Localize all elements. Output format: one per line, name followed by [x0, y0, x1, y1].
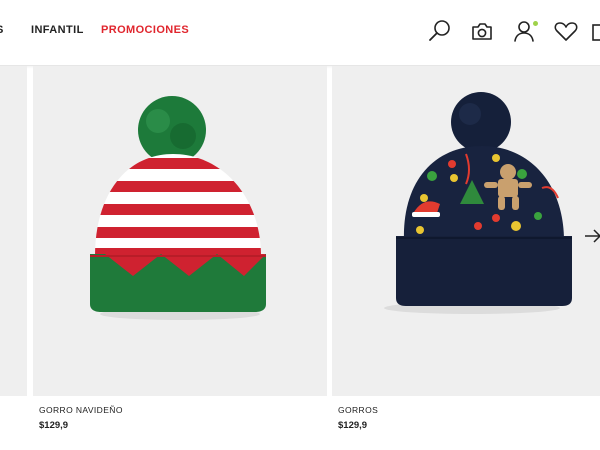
nav-item-infantil[interactable]: INFANTIL: [31, 24, 84, 36]
site-header: S INFANTIL PROMOCIONES: [0, 0, 600, 66]
user-status-dot: [533, 21, 538, 26]
search-icon[interactable]: [427, 18, 453, 44]
nav-item-promociones[interactable]: PROMOCIONES: [101, 24, 189, 36]
product-image-gorro-navideno[interactable]: [33, 66, 327, 396]
product-price: $129,9: [39, 420, 69, 431]
camera-icon[interactable]: [469, 18, 495, 44]
product-name[interactable]: GORRO NAVIDEÑO: [39, 405, 123, 415]
nav-item-partial[interactable]: S: [0, 24, 4, 36]
product-image-gorros[interactable]: [332, 66, 600, 396]
bag-icon[interactable]: [592, 18, 600, 44]
product-name[interactable]: GORROS: [338, 405, 378, 415]
product-price: $129,9: [338, 420, 368, 431]
heart-icon[interactable]: [553, 18, 579, 44]
product-image-partial[interactable]: [0, 66, 27, 396]
arrow-right-icon[interactable]: [582, 226, 600, 246]
